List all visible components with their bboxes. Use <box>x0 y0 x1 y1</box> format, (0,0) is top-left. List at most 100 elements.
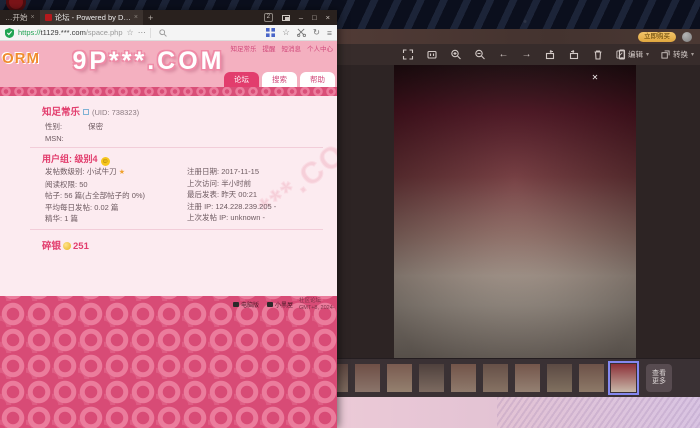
viewer-toolbar: ← → 编辑▾ <box>330 44 700 65</box>
smiley-icon: ☺ <box>101 157 110 166</box>
thumbnail-placeholder[interactable] <box>419 364 444 392</box>
currency-row: 碎银251 <box>42 238 89 252</box>
thumbnail-placeholder[interactable] <box>387 364 412 392</box>
footer-link-blackroom[interactable]: 小黑屋 <box>267 300 293 309</box>
chevron-down-icon: ▾ <box>691 51 694 58</box>
user-link-profile[interactable]: 个人中心 <box>307 43 333 53</box>
monitor-icon <box>233 302 239 307</box>
browser-tab-bar: …开始 × 论坛 - Powered by D… × + 2 – □ × <box>0 10 337 25</box>
picture-in-picture-icon[interactable] <box>282 15 290 21</box>
stats-columns: 发帖数级别: 小试牛刀 ★ 阅读权限: 50 帖子: 56 篇(占全部帖子的 0… <box>45 166 329 225</box>
nav-tab-help[interactable]: 帮助 <box>300 72 335 87</box>
stats-left-column: 发帖数级别: 小试牛刀 ★ 阅读权限: 50 帖子: 56 篇(占全部帖子的 0… <box>45 166 187 225</box>
previous-image-icon[interactable]: ← <box>499 49 509 60</box>
tab-favicon <box>45 14 52 21</box>
account-avatar[interactable] <box>682 32 692 42</box>
image-placeholder[interactable]: ✕ <box>394 65 636 358</box>
bookmark-star-icon[interactable]: ☆ <box>127 28 134 37</box>
search-icon <box>159 29 167 37</box>
convert-icon <box>661 50 670 59</box>
stats-right-column: 注册日期: 2017-11-15 上次访问: 半小时前 最后发表: 昨天 00:… <box>187 166 329 225</box>
thumbnail-strip: 查看 更多 <box>330 358 700 397</box>
user-link-reminders[interactable]: 提醒 <box>263 43 276 53</box>
zoom-in-icon[interactable] <box>451 49 462 60</box>
stat-row: 平均每日发帖: 0.02 篇 <box>45 202 187 214</box>
stat-row: 发帖数级别: 小试牛刀 ★ <box>45 166 187 179</box>
desktop: …开始 × 论坛 - Powered by D… × + 2 – □ × <box>0 0 700 428</box>
footer-link-desktop[interactable]: 电脑版 <box>233 300 259 309</box>
username-row: 知足常乐 (UID: 738323) <box>42 104 139 118</box>
username[interactable]: 知足常乐 <box>42 107 80 118</box>
tab-close-icon[interactable]: × <box>134 14 138 21</box>
user-links: 知足常乐 提醒 短消息 个人中心 <box>231 43 334 53</box>
rotate-left-icon[interactable] <box>545 49 556 60</box>
tab-title: …开始 <box>5 12 28 23</box>
thumbnail-placeholder[interactable] <box>483 364 508 392</box>
stat-row: 帖子: 56 篇(占全部帖子的 0%) <box>45 190 187 202</box>
background-window-strip <box>330 397 700 428</box>
close-button[interactable]: × <box>326 13 330 22</box>
delete-trash-icon[interactable] <box>593 49 604 60</box>
viewer-canvas: ✕ <box>330 65 700 358</box>
user-link-messages[interactable]: 短消息 <box>282 43 302 53</box>
user-link-username[interactable]: 知足常乐 <box>231 43 257 53</box>
viewer-title-bar: 立即购买 <box>330 29 700 44</box>
overlay-close-icon[interactable]: ✕ <box>590 73 600 83</box>
edit-menu[interactable]: 编辑▾ <box>616 49 649 60</box>
stat-row: 最后发表: 昨天 00:21 <box>187 189 329 201</box>
msn-row: MSN: <box>45 134 64 143</box>
apps-grid-icon[interactable] <box>266 28 275 37</box>
fullscreen-icon[interactable] <box>403 49 414 60</box>
thumbnail-placeholder[interactable] <box>579 364 604 392</box>
stat-row: 精华: 1 篇 <box>45 213 187 225</box>
screenshot-scissors-icon[interactable] <box>297 28 306 37</box>
favorites-star-icon[interactable]: ☆ <box>282 27 290 38</box>
gender-row: 性别:保密 <box>45 121 103 132</box>
zoom-out-icon[interactable] <box>475 49 486 60</box>
footer-links: 电脑版 小黑屋 <box>233 300 293 309</box>
browser-tab-1[interactable]: …开始 × <box>0 10 40 25</box>
checkbox-icon[interactable] <box>83 109 89 115</box>
url-text[interactable]: https://t1129.***.com/space.php <box>18 28 123 37</box>
rotate-right-icon[interactable] <box>569 49 580 60</box>
search-box[interactable] <box>155 27 263 39</box>
next-image-icon[interactable]: → <box>522 49 532 60</box>
stat-row: 注册日期: 2017-11-15 <box>187 166 329 178</box>
maximize-button[interactable]: □ <box>312 13 317 22</box>
forum-footer: 电脑版 小黑屋 社区论坛 GMT+8, 2024- <box>0 296 337 316</box>
uid-text: (UID: 738323) <box>92 108 139 117</box>
window-controls: 2 – □ × <box>264 13 337 22</box>
tab-close-icon[interactable]: × <box>31 14 35 21</box>
box-icon <box>267 302 273 307</box>
chevron-down-icon: ▾ <box>646 51 649 58</box>
rank-badge-icon: ★ <box>119 169 125 176</box>
thumbnail-placeholder[interactable] <box>355 364 380 392</box>
download-count-badge[interactable]: 2 <box>264 13 273 22</box>
security-shield-icon <box>5 28 14 38</box>
new-tab-button[interactable]: + <box>143 13 158 23</box>
forum-page: ORM 9P***.COM 知足常乐 提醒 短消息 个人中心 论坛 搜索 帮助 … <box>0 41 337 428</box>
convert-menu[interactable]: 转换▾ <box>661 49 694 60</box>
minimize-button[interactable]: – <box>299 13 303 22</box>
thumbnail-selected[interactable] <box>611 364 636 392</box>
tab-title: 论坛 - Powered by D… <box>55 12 131 23</box>
viewer-toolbar-icons: ← → <box>403 44 628 65</box>
thumbnail-placeholder[interactable] <box>547 364 572 392</box>
nav-tab-forum[interactable]: 论坛 <box>224 72 259 87</box>
stat-row: 注册 IP: 124.228.239.205 - <box>187 201 329 213</box>
nav-tab-search[interactable]: 搜索 <box>262 72 297 87</box>
divider <box>30 229 323 230</box>
more-options-icon[interactable]: ⋯ <box>138 28 146 37</box>
refresh-icon[interactable]: ↻ <box>313 27 320 38</box>
divider <box>150 28 151 38</box>
thumbnail-placeholder[interactable] <box>451 364 476 392</box>
thumbnail-placeholder[interactable] <box>515 364 540 392</box>
actual-size-icon[interactable] <box>427 49 438 60</box>
browser-tab-2-active[interactable]: 论坛 - Powered by D… × <box>40 10 143 25</box>
browser-window: …开始 × 论坛 - Powered by D… × + 2 – □ × <box>0 10 337 428</box>
view-more-button[interactable]: 查看 更多 <box>646 364 672 392</box>
menu-hamburger-icon[interactable]: ≡ <box>327 28 332 38</box>
buy-now-button[interactable]: 立即购买 <box>638 32 676 42</box>
stat-row: 阅读权限: 50 <box>45 179 187 191</box>
browser-address-bar: https://t1129.***.com/space.php ☆ ⋯ ☆ <box>0 25 337 41</box>
